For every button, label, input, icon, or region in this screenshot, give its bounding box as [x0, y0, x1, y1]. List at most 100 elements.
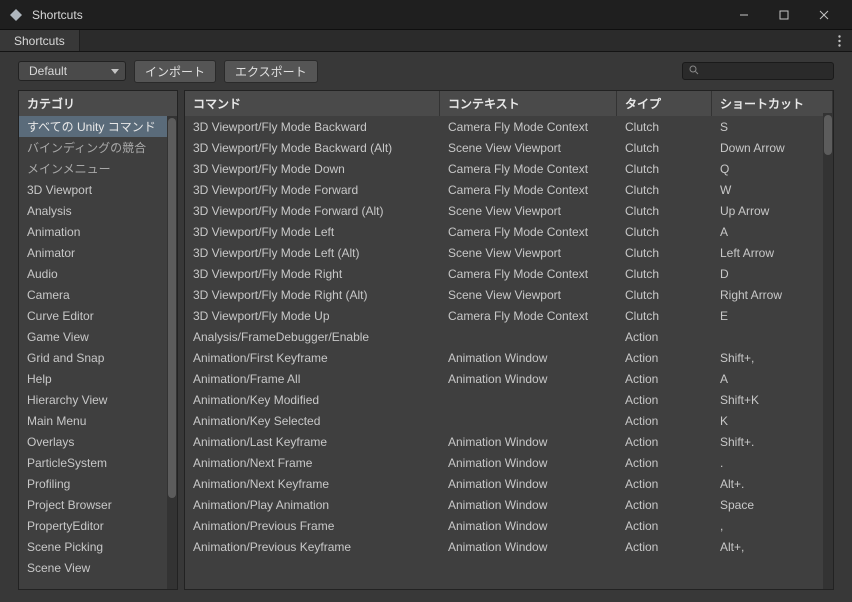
cell-shortcut: ,: [712, 519, 833, 533]
sidebar-item[interactable]: Main Menu: [19, 410, 177, 431]
header-shortcut[interactable]: ショートカット: [712, 91, 833, 116]
main: カテゴリ すべての Unity コマンドバインディングの競合メインメニュー3D …: [0, 90, 852, 590]
cell-command: 3D Viewport/Fly Mode Right (Alt): [185, 288, 440, 302]
sidebar-item[interactable]: メインメニュー: [19, 158, 177, 179]
table-row[interactable]: Animation/Key ModifiedActionShift+K: [185, 389, 833, 410]
cell-type: Action: [617, 519, 712, 533]
table-row[interactable]: 3D Viewport/Fly Mode Backward (Alt)Scene…: [185, 137, 833, 158]
cell-context: Camera Fly Mode Context: [440, 309, 617, 323]
cell-command: Animation/Key Modified: [185, 393, 440, 407]
cell-type: Clutch: [617, 288, 712, 302]
cell-shortcut: K: [712, 414, 833, 428]
footer: [0, 590, 852, 602]
sidebar-item[interactable]: Overlays: [19, 431, 177, 452]
sidebar-item[interactable]: Camera: [19, 284, 177, 305]
cell-shortcut: W: [712, 183, 833, 197]
table-row[interactable]: 3D Viewport/Fly Mode LeftCamera Fly Mode…: [185, 221, 833, 242]
cell-shortcut: S: [712, 120, 833, 134]
sidebar-item[interactable]: Help: [19, 368, 177, 389]
maximize-button[interactable]: [764, 1, 804, 29]
table-row[interactable]: 3D Viewport/Fly Mode Left (Alt)Scene Vie…: [185, 242, 833, 263]
sidebar-item[interactable]: Game View: [19, 326, 177, 347]
table-row[interactable]: Analysis/FrameDebugger/EnableAction: [185, 326, 833, 347]
cell-command: Animation/Frame All: [185, 372, 440, 386]
header-type[interactable]: タイプ: [617, 91, 712, 116]
sidebar-item[interactable]: Project Browser: [19, 494, 177, 515]
cell-context: Animation Window: [440, 540, 617, 554]
cell-type: Clutch: [617, 225, 712, 239]
cell-shortcut: .: [712, 456, 833, 470]
table-row[interactable]: 3D Viewport/Fly Mode ForwardCamera Fly M…: [185, 179, 833, 200]
sidebar-item[interactable]: すべての Unity コマンド: [19, 116, 177, 137]
table-row[interactable]: 3D Viewport/Fly Mode RightCamera Fly Mod…: [185, 263, 833, 284]
profile-dropdown[interactable]: Default: [18, 61, 126, 81]
app-icon: [8, 7, 24, 23]
sidebar-scrollbar-thumb[interactable]: [168, 118, 176, 498]
cell-context: Camera Fly Mode Context: [440, 183, 617, 197]
cell-command: Animation/Next Keyframe: [185, 477, 440, 491]
kebab-menu-icon[interactable]: [826, 30, 852, 51]
cell-command: Animation/Next Frame: [185, 456, 440, 470]
cell-command: 3D Viewport/Fly Mode Forward (Alt): [185, 204, 440, 218]
sidebar-item[interactable]: Animator: [19, 242, 177, 263]
close-button[interactable]: [804, 1, 844, 29]
search-input[interactable]: [682, 62, 834, 80]
table-scrollbar-thumb[interactable]: [824, 115, 832, 155]
cell-shortcut: Down Arrow: [712, 141, 833, 155]
sidebar-item[interactable]: Analysis: [19, 200, 177, 221]
cell-command: 3D Viewport/Fly Mode Down: [185, 162, 440, 176]
sidebar-item[interactable]: Scene Picking: [19, 536, 177, 557]
cell-context: Animation Window: [440, 435, 617, 449]
toolbar: Default インポート エクスポート: [0, 52, 852, 90]
tab-shortcuts[interactable]: Shortcuts: [0, 30, 80, 51]
table-row[interactable]: 3D Viewport/Fly Mode Forward (Alt)Scene …: [185, 200, 833, 221]
search-icon: [689, 64, 699, 78]
cell-type: Action: [617, 477, 712, 491]
cell-shortcut: Up Arrow: [712, 204, 833, 218]
sidebar-item[interactable]: Scene View: [19, 557, 177, 578]
cell-context: Scene View Viewport: [440, 204, 617, 218]
cell-context: Animation Window: [440, 498, 617, 512]
cell-command: Animation/Play Animation: [185, 498, 440, 512]
header-context[interactable]: コンテキスト: [440, 91, 617, 116]
header-command[interactable]: コマンド: [185, 91, 440, 116]
sidebar-item[interactable]: Profiling: [19, 473, 177, 494]
sidebar-item[interactable]: 3D Viewport: [19, 179, 177, 200]
sidebar-item[interactable]: Curve Editor: [19, 305, 177, 326]
cell-type: Clutch: [617, 246, 712, 260]
sidebar-item[interactable]: Grid and Snap: [19, 347, 177, 368]
cell-type: Clutch: [617, 183, 712, 197]
cell-context: Camera Fly Mode Context: [440, 120, 617, 134]
sidebar-item[interactable]: Audio: [19, 263, 177, 284]
sidebar-item[interactable]: Animation: [19, 221, 177, 242]
table-row[interactable]: 3D Viewport/Fly Mode UpCamera Fly Mode C…: [185, 305, 833, 326]
table-row[interactable]: Animation/First KeyframeAnimation Window…: [185, 347, 833, 368]
table-row[interactable]: Animation/Last KeyframeAnimation WindowA…: [185, 431, 833, 452]
table-row[interactable]: 3D Viewport/Fly Mode Right (Alt)Scene Vi…: [185, 284, 833, 305]
table-row[interactable]: Animation/Frame AllAnimation WindowActio…: [185, 368, 833, 389]
sidebar-item[interactable]: PropertyEditor: [19, 515, 177, 536]
table-row[interactable]: 3D Viewport/Fly Mode DownCamera Fly Mode…: [185, 158, 833, 179]
table-row[interactable]: Animation/Previous KeyframeAnimation Win…: [185, 536, 833, 557]
minimize-button[interactable]: [724, 1, 764, 29]
cell-type: Action: [617, 498, 712, 512]
sidebar-item[interactable]: Hierarchy View: [19, 389, 177, 410]
export-button[interactable]: エクスポート: [224, 60, 318, 83]
table-row[interactable]: Animation/Play AnimationAnimation Window…: [185, 494, 833, 515]
table-scrollbar[interactable]: [823, 113, 833, 589]
table-row[interactable]: Animation/Key SelectedActionK: [185, 410, 833, 431]
table-row[interactable]: Animation/Next FrameAnimation WindowActi…: [185, 452, 833, 473]
sidebar-scrollbar[interactable]: [167, 116, 177, 589]
cell-shortcut: D: [712, 267, 833, 281]
sidebar-item[interactable]: ParticleSystem: [19, 452, 177, 473]
import-button[interactable]: インポート: [134, 60, 216, 83]
cell-type: Action: [617, 456, 712, 470]
cell-shortcut: Right Arrow: [712, 288, 833, 302]
cell-command: 3D Viewport/Fly Mode Forward: [185, 183, 440, 197]
profile-dropdown-label: Default: [29, 64, 67, 78]
cell-shortcut: A: [712, 372, 833, 386]
table-row[interactable]: Animation/Previous FrameAnimation Window…: [185, 515, 833, 536]
sidebar-item[interactable]: バインディングの競合: [19, 137, 177, 158]
table-row[interactable]: 3D Viewport/Fly Mode BackwardCamera Fly …: [185, 116, 833, 137]
table-row[interactable]: Animation/Next KeyframeAnimation WindowA…: [185, 473, 833, 494]
